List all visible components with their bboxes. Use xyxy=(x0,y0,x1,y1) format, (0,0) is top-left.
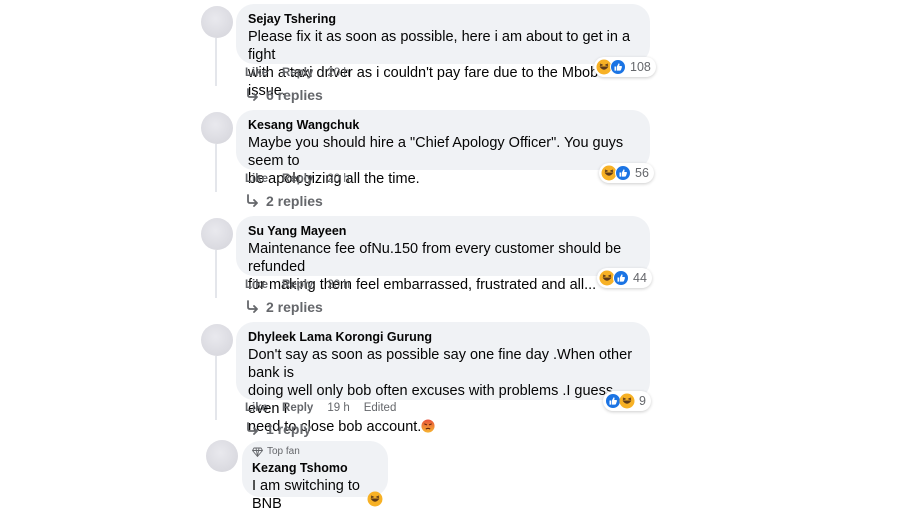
thread-line xyxy=(215,250,217,298)
like-button[interactable]: Like xyxy=(245,67,268,79)
angry-face-icon xyxy=(421,419,435,433)
view-replies-link[interactable]: 1 reply xyxy=(246,421,311,437)
comment-author[interactable]: Kezang Tshomo xyxy=(252,460,378,476)
comment-bubble: Top fan Kezang Tshomo I am switching to … xyxy=(242,441,388,512)
haha-reaction-icon xyxy=(367,491,383,507)
thread-line xyxy=(215,144,217,192)
like-button[interactable]: Like xyxy=(245,402,268,414)
view-replies-link[interactable]: 2 replies xyxy=(246,299,323,315)
reaction-count: 108 xyxy=(630,60,651,74)
edited-label[interactable]: Edited xyxy=(364,402,397,414)
comment-actions: Like Reply 20 h xyxy=(245,279,350,291)
reaction-summary[interactable]: 44 xyxy=(597,268,652,288)
reaction-count: 44 xyxy=(633,271,647,285)
comment-bubble: Dhyleek Lama Korongi Gurung Don't say as… xyxy=(236,322,650,435)
comment-timestamp[interactable]: 20 h xyxy=(327,279,349,291)
avatar[interactable] xyxy=(201,218,233,250)
like-reaction-icon xyxy=(613,270,629,286)
comment-timestamp[interactable]: 20 h xyxy=(327,67,349,79)
like-button[interactable]: Like xyxy=(245,279,268,291)
comment-line: I am switching to BNB xyxy=(252,478,360,512)
like-reaction-icon xyxy=(610,59,626,75)
comment-author[interactable]: Sejay Tshering xyxy=(248,11,638,27)
reply-arrow-icon xyxy=(247,300,258,313)
comment-text: I am switching to BNB xyxy=(252,477,378,513)
comment-actions: Like Reply 19 h Edited xyxy=(245,402,396,414)
replies-count-label: 2 replies xyxy=(266,193,323,209)
reply-button[interactable]: Reply xyxy=(282,173,313,185)
reaction-summary[interactable]: 56 xyxy=(599,163,654,183)
comment-author[interactable]: Dhyleek Lama Korongi Gurung xyxy=(248,329,638,345)
reaction-count: 9 xyxy=(639,394,646,408)
comment-actions: Like Reply 20 h xyxy=(245,67,350,79)
comment-timestamp[interactable]: 20 h xyxy=(327,173,349,185)
comment-bubble: Sejay Tshering Please fix it as soon as … xyxy=(236,4,650,99)
like-reaction-icon xyxy=(615,165,631,181)
comment-line: Maintenance fee ofNu.150 from every cust… xyxy=(248,241,622,275)
reply-button[interactable]: Reply xyxy=(282,279,313,291)
reply-arrow-icon xyxy=(247,88,258,101)
reply-arrow-icon xyxy=(247,422,258,435)
diamond-icon xyxy=(252,447,263,457)
reaction-count: 56 xyxy=(635,166,649,180)
reaction-summary[interactable] xyxy=(365,489,383,509)
avatar[interactable] xyxy=(201,6,233,38)
top-fan-badge: Top fan xyxy=(252,446,378,458)
comment-bubble: Kesang Wangchuk Maybe you should hire a … xyxy=(236,110,650,187)
comment-line: Maybe you should hire a "Chief Apology O… xyxy=(248,135,624,169)
view-replies-link[interactable]: 6 replies xyxy=(246,87,323,103)
avatar[interactable] xyxy=(201,324,233,356)
comment-author[interactable]: Kesang Wangchuk xyxy=(248,117,638,133)
comment-timestamp[interactable]: 19 h xyxy=(327,402,349,414)
comment-line: Don't say as soon as possible say one fi… xyxy=(248,347,633,381)
thread-line xyxy=(215,356,217,420)
replies-count-label: 1 reply xyxy=(266,421,312,437)
replies-count-label: 2 replies xyxy=(266,299,323,315)
comment-line: Please fix it as soon as possible, here … xyxy=(248,29,631,63)
reply-button[interactable]: Reply xyxy=(282,402,313,414)
replies-count-label: 6 replies xyxy=(266,87,323,103)
like-button[interactable]: Like xyxy=(245,173,268,185)
reply-arrow-icon xyxy=(247,194,258,207)
haha-reaction-icon xyxy=(619,393,635,409)
reaction-summary[interactable]: 108 xyxy=(594,57,656,77)
reaction-summary[interactable]: 9 xyxy=(603,391,651,411)
comment-author[interactable]: Su Yang Mayeen xyxy=(248,223,638,239)
avatar[interactable] xyxy=(206,440,238,472)
top-fan-label: Top fan xyxy=(267,446,300,457)
avatar[interactable] xyxy=(201,112,233,144)
reply-button[interactable]: Reply xyxy=(282,67,313,79)
comment-actions: Like Reply 20 h xyxy=(245,173,350,185)
thread-line xyxy=(215,38,217,86)
comment-bubble: Su Yang Mayeen Maintenance fee ofNu.150 … xyxy=(236,216,650,293)
view-replies-link[interactable]: 2 replies xyxy=(246,193,323,209)
